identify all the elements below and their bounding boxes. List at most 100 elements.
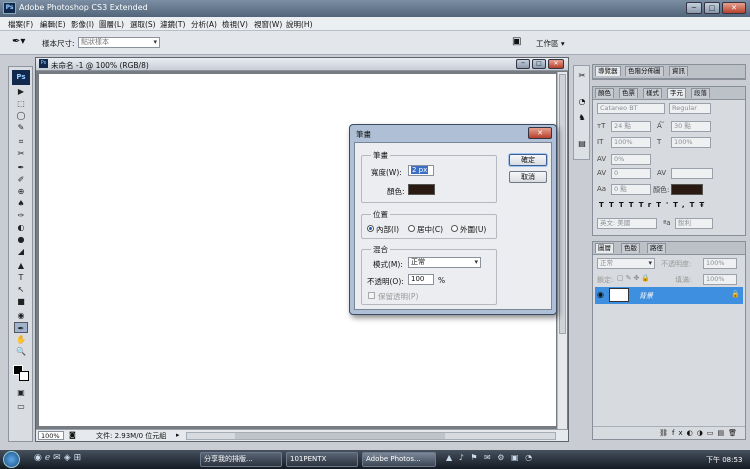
text-color-swatch[interactable] [671,184,703,195]
layer-name[interactable]: 背景 [639,291,653,301]
delete-layer-icon[interactable]: 🗑 [728,429,741,437]
gradient-tool-icon[interactable]: ◐ [14,222,28,233]
tool-presets-icon[interactable]: ✂ [576,70,588,81]
menu-help[interactable]: 說明(H) [286,19,313,30]
workspace-menu[interactable]: 工作區 ▾ [536,38,565,49]
start-button[interactable] [3,451,20,468]
fill-input[interactable]: 100% [703,274,737,285]
doc-close-button[interactable]: ✕ [548,59,564,69]
tab-histogram[interactable]: 色階分佈圖 [625,66,664,76]
menu-layer[interactable]: 圖層(L) [99,19,124,30]
dialog-close-button[interactable]: ✕ [528,127,552,139]
blur-tool-icon[interactable]: ● [14,234,28,245]
status-menu-arrow-icon[interactable]: ▸ [176,431,180,439]
menu-window[interactable]: 視窗(W) [254,19,282,30]
horizontal-scrollbar[interactable] [186,432,556,440]
kerning-input[interactable]: 0 [611,168,651,179]
maximize-button[interactable]: □ [704,2,720,14]
crop-tool-icon[interactable]: ⌗ [14,136,28,147]
marquee-tool-icon[interactable]: ⬚ [14,98,28,109]
menu-file[interactable]: 檔案(F) [8,19,33,30]
radio-inside[interactable] [367,225,374,232]
status-icon[interactable]: ◙ [69,431,76,439]
hand-tool-icon[interactable]: ✋ [14,334,28,345]
ok-button[interactable]: 確定 [509,154,547,166]
tracking-input[interactable] [671,168,713,179]
pen-tool-icon[interactable]: ▲ [14,260,28,271]
subscript-button[interactable]: T, [673,201,689,209]
radio-outside[interactable] [451,225,458,232]
preserve-transparency-checkbox[interactable] [368,292,375,299]
palette-well-icon[interactable]: ▣ [512,36,521,47]
faux-bold-button[interactable]: T [599,201,609,209]
link-layers-icon[interactable]: ⛓ [659,429,672,437]
system-tray-icons[interactable]: ▲ ♪ ⚑ ✉ ⚙ ▣ ◔ [446,453,534,462]
layer-comps-icon[interactable]: ▤ [576,138,588,149]
tab-info[interactable]: 資訊 [669,66,688,76]
anti-alias-select[interactable]: 銳利 [675,218,713,229]
lasso-tool-icon[interactable]: ◯ [14,110,28,121]
eyedropper-tool-icon-active[interactable]: ✒ [14,322,28,333]
tab-channels[interactable]: 色版 [621,243,640,253]
vertical-scrollbar[interactable] [557,72,567,429]
shape-tool-icon[interactable]: ■ [14,296,28,307]
tab-color[interactable]: 顏色 [595,88,614,98]
blend-mode-select[interactable]: 正常 [597,258,655,269]
opacity-input[interactable]: 100 [408,274,434,285]
clone-stamp-tool-icon[interactable]: ⊕ [14,186,28,197]
menu-edit[interactable]: 編輯(E) [40,19,66,30]
sample-size-select[interactable]: 點狀樣本 [78,37,160,48]
horizontal-scale-input[interactable]: 100% [671,137,711,148]
hscroll-thumb[interactable] [235,433,445,439]
new-layer-icon[interactable]: ▤ [717,429,728,437]
clone-source-icon[interactable]: ♞ [576,112,588,123]
move-tool-icon[interactable]: ▶ [14,86,28,97]
layer-row-background[interactable]: ◉ 背景 🔒 [595,287,743,304]
stroke-color-swatch[interactable] [408,184,435,195]
eraser-tool-icon[interactable]: ✑ [14,210,28,221]
baseline-percent-input[interactable]: 0% [611,154,651,165]
radio-outside-label[interactable]: 外圍(U) [460,224,486,235]
adjustment-layer-icon[interactable]: ◑ [697,429,707,437]
doc-maximize-button[interactable]: □ [532,59,546,69]
strikethrough-button[interactable]: Ŧ [699,201,709,209]
zoom-tool-icon[interactable]: 🔍 [14,346,28,357]
taskbar-item-share[interactable]: 分享我的排版... [200,452,282,467]
all-caps-button[interactable]: TT [619,201,639,209]
healing-brush-tool-icon[interactable]: ✒ [14,162,28,173]
brush-tool-icon[interactable]: ✐ [14,174,28,185]
radio-center-label[interactable]: 居中(C) [417,224,443,235]
radio-center[interactable] [408,225,415,232]
menu-filter[interactable]: 濾鏡(T) [160,19,185,30]
language-select[interactable]: 英文: 美國 [597,218,657,229]
tab-character[interactable]: 字元 [667,88,686,98]
cancel-button[interactable]: 取消 [509,171,547,183]
small-caps-button[interactable]: Tr [639,201,656,209]
font-family-select[interactable]: Cataneo BT [597,103,665,114]
tab-layers[interactable]: 圖層 [595,243,614,253]
brushes-icon[interactable]: ◔ [576,96,588,107]
leading-input[interactable]: 30 點 [671,121,711,132]
menu-analysis[interactable]: 分析(A) [191,19,217,30]
new-group-icon[interactable]: ▭ [707,429,718,437]
menu-view[interactable]: 檢視(V) [222,19,248,30]
background-color-swatch[interactable] [19,371,29,381]
history-brush-tool-icon[interactable]: ♠ [14,198,28,209]
dodge-tool-icon[interactable]: ◢ [14,246,28,257]
faux-italic-button[interactable]: T [609,201,619,209]
path-selection-tool-icon[interactable]: ↖ [14,284,28,295]
radio-inside-label[interactable]: 內部(I) [376,224,399,235]
type-tool-icon[interactable]: T [14,272,28,283]
font-style-select[interactable]: Regular [669,103,711,114]
taskbar-item-photoshop[interactable]: Adobe Photos... [362,452,436,467]
width-input[interactable]: 2 px [408,165,434,176]
tab-paragraph[interactable]: 段落 [691,88,710,98]
close-button[interactable]: ✕ [722,2,746,14]
superscript-button[interactable]: T' [656,201,673,209]
tab-swatches[interactable]: 色票 [619,88,638,98]
slice-tool-icon[interactable]: ✂ [14,148,28,159]
menu-image[interactable]: 影像(I) [71,19,94,30]
layer-style-icon[interactable]: fx [672,429,687,437]
scroll-thumb[interactable] [559,74,566,334]
lock-icons[interactable]: ▢✎✥🔒 [617,274,652,282]
